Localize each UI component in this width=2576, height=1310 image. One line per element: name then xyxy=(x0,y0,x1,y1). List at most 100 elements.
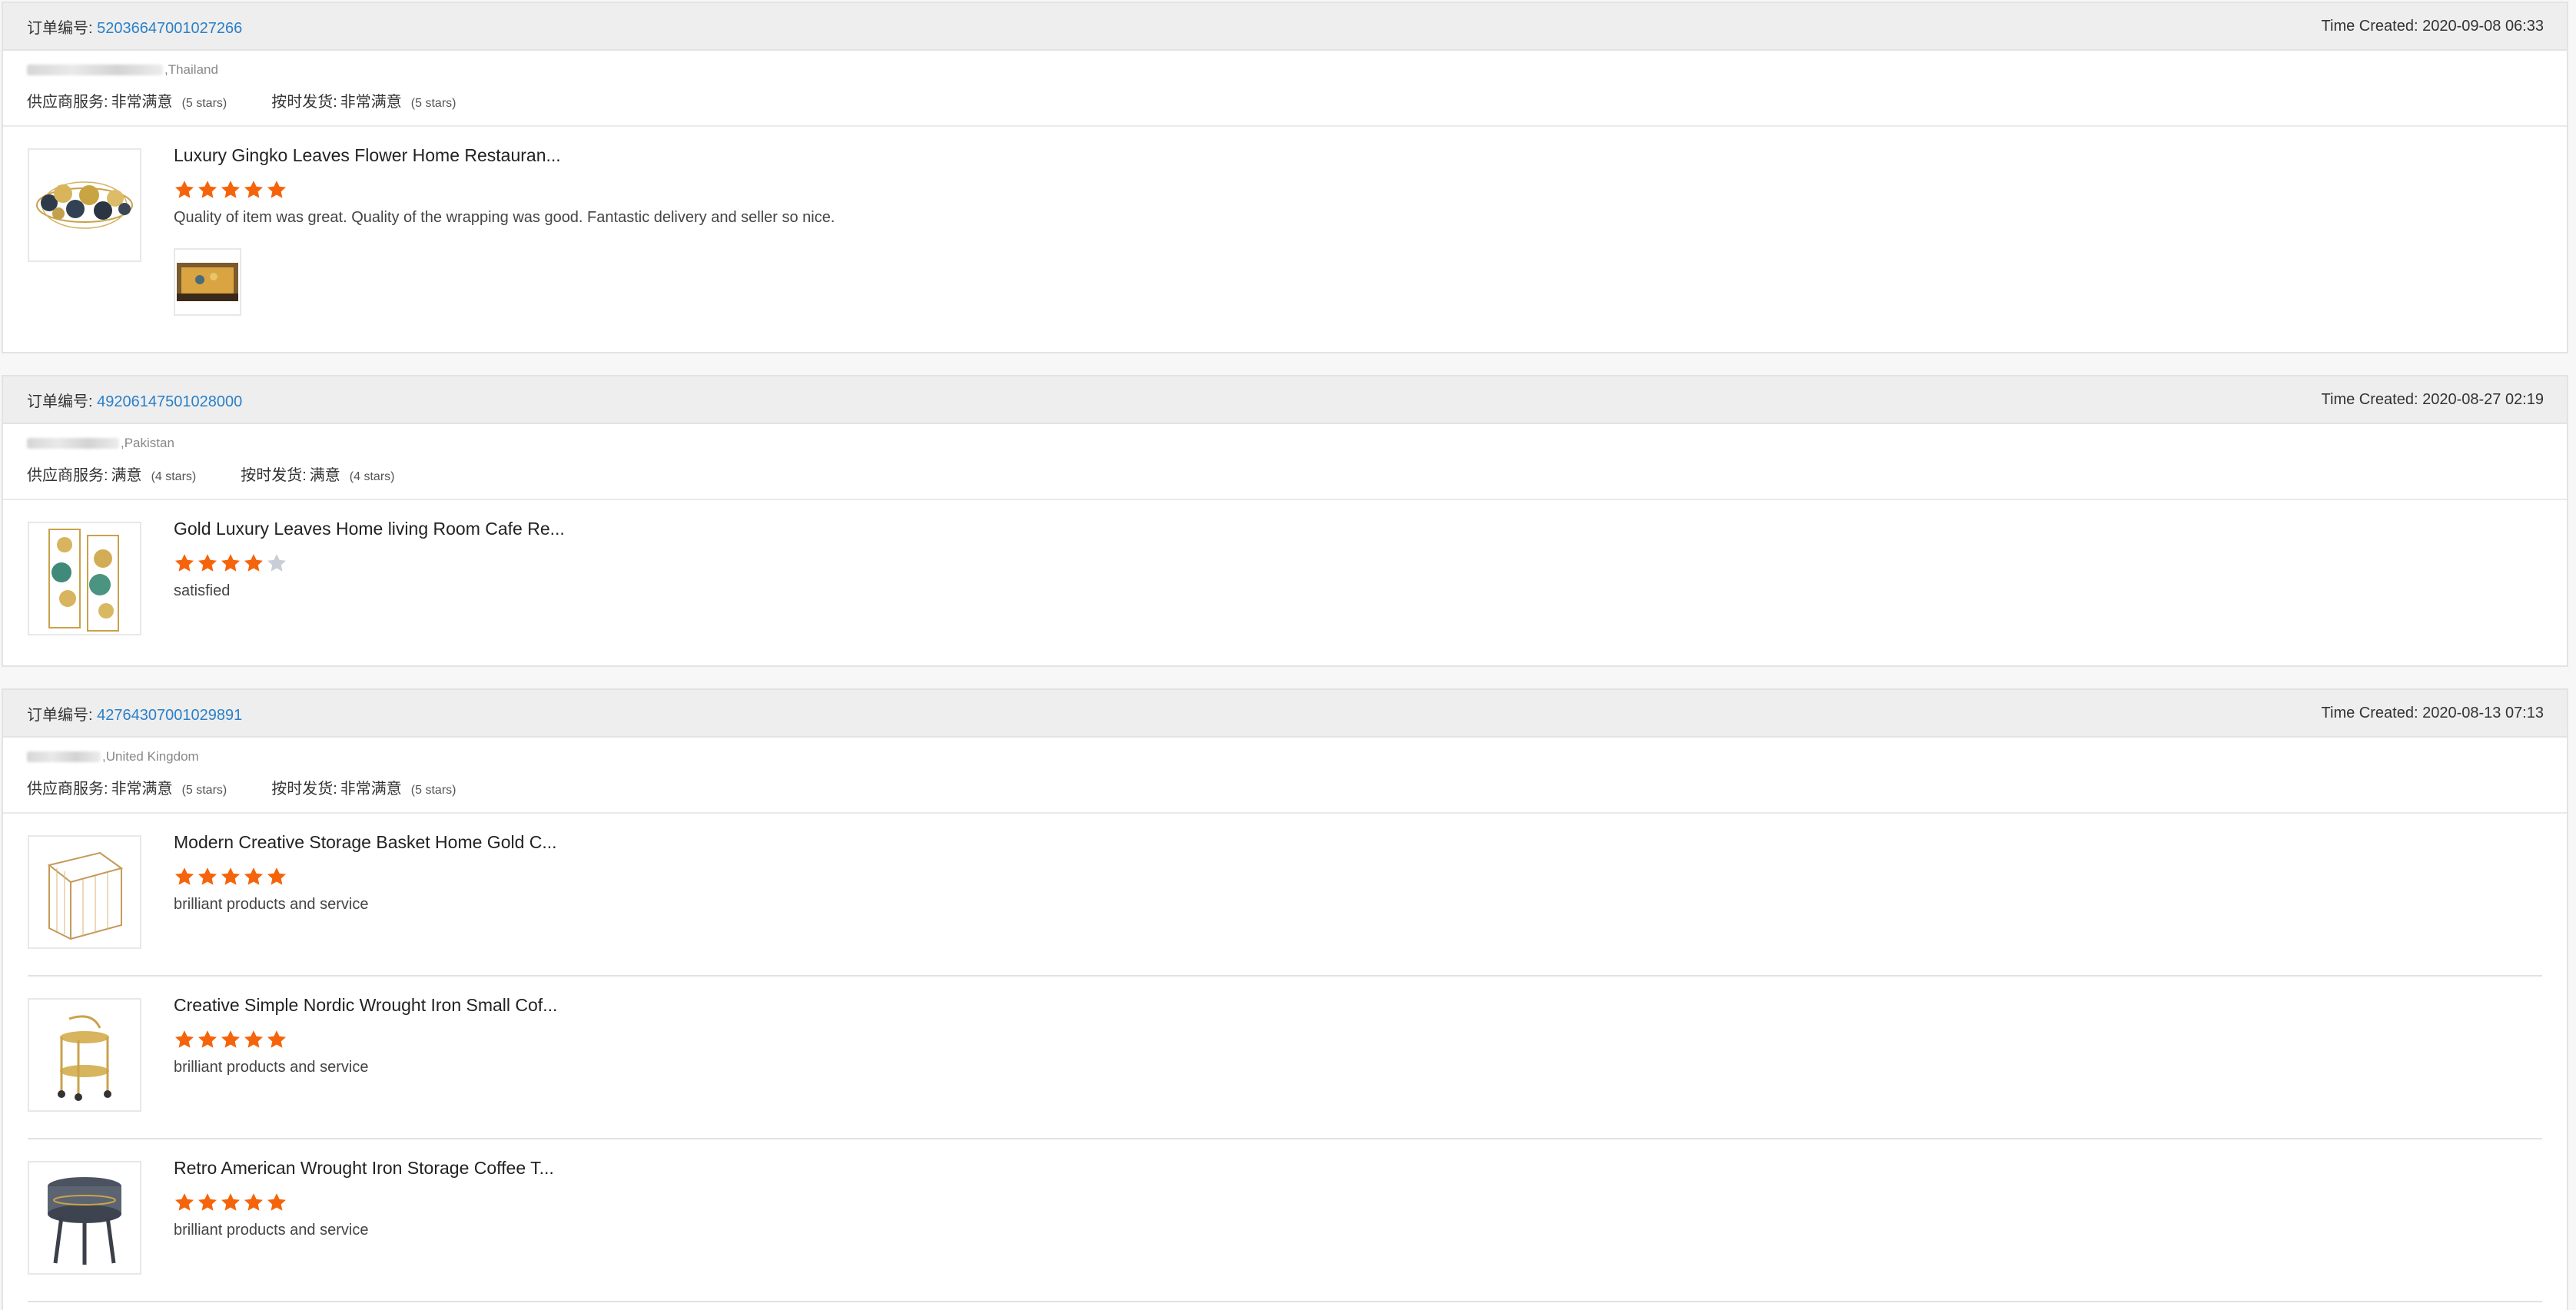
product-info: Retro American Wrought Iron Storage Coff… xyxy=(174,1158,554,1301)
supplier-service-label: 供应商服务: xyxy=(27,467,108,484)
on-time-shipping-stars: (4 stars) xyxy=(349,470,395,483)
buyer-name-redacted xyxy=(27,751,101,762)
star-filled-icon xyxy=(244,1030,264,1048)
order-meta: ,Pakistan 供应商服务: 满意 (4 stars) 按时发货: 满意 (… xyxy=(3,424,2567,500)
order-header: 订单编号: 49206147501028000 Time Created: 20… xyxy=(3,376,2567,424)
star-filled-icon xyxy=(198,1193,217,1211)
time-created-value: 2020-08-27 02:19 xyxy=(2422,390,2544,408)
order-number-link[interactable]: 42764307001029891 xyxy=(97,707,242,724)
serving-cart-icon xyxy=(58,1015,111,1101)
time-created: Time Created: 2020-09-08 06:33 xyxy=(2322,18,2544,35)
time-created: Time Created: 2020-08-13 07:13 xyxy=(2322,705,2544,722)
star-filled-icon xyxy=(267,867,287,885)
buyer-location: ,Thailand xyxy=(27,61,2543,78)
order-number-line: 订单编号: 52036647001027266 xyxy=(27,15,242,38)
buyer-country: ,United Kingdom xyxy=(102,749,199,764)
on-time-shipping-stars: (5 stars) xyxy=(410,97,456,110)
time-created-label: Time Created: xyxy=(2321,17,2423,35)
star-rating xyxy=(174,552,565,575)
buyer-location: ,United Kingdom xyxy=(27,748,2543,765)
order-number-line: 订单编号: 42764307001029891 xyxy=(27,702,242,725)
on-time-shipping-value: 非常满意 xyxy=(340,781,402,798)
on-time-shipping-rating: 按时发货: 非常满意 (5 stars) xyxy=(271,89,456,111)
supplier-service-stars: (5 stars) xyxy=(181,97,227,110)
supplier-service-rating: 供应商服务: 满意 (4 stars) xyxy=(27,463,196,485)
star-empty-icon xyxy=(267,554,287,572)
star-filled-icon xyxy=(198,554,217,572)
star-rating xyxy=(174,1191,554,1214)
on-time-shipping-rating: 按时发货: 非常满意 (5 stars) xyxy=(271,776,456,798)
product-title[interactable]: Creative Simple Nordic Wrought Iron Smal… xyxy=(174,995,557,1016)
review-text: satisfied xyxy=(174,582,231,599)
product-title[interactable]: Modern Creative Storage Basket Home Gold… xyxy=(174,832,557,853)
product-thumbnail[interactable] xyxy=(28,522,141,635)
gingko-wall-art-icon xyxy=(36,181,133,229)
coffee-table-icon xyxy=(48,1177,121,1265)
supplier-service-label: 供应商服务: xyxy=(27,94,108,111)
order-meta: ,United Kingdom 供应商服务: 非常满意 (5 stars) 按时… xyxy=(3,738,2567,814)
star-filled-icon xyxy=(221,867,241,885)
star-filled-icon xyxy=(267,181,287,198)
star-filled-icon xyxy=(174,554,194,572)
review-text: Quality of item was great. Quality of th… xyxy=(174,209,835,226)
time-created-value: 2020-09-08 06:33 xyxy=(2422,17,2544,35)
seller-ratings: 供应商服务: 非常满意 (5 stars) 按时发货: 非常满意 (5 star… xyxy=(27,776,2543,798)
supplier-service-rating: 供应商服务: 非常满意 (5 stars) xyxy=(27,89,227,111)
feedback-list: 订单编号: 52036647001027266 Time Created: 20… xyxy=(0,0,2576,1310)
product-info: Luxury Gingko Leaves Flower Home Restaur… xyxy=(174,145,835,316)
time-created: Time Created: 2020-08-27 02:19 xyxy=(2322,391,2544,409)
star-filled-icon xyxy=(174,181,194,198)
star-filled-icon xyxy=(221,1030,241,1048)
star-rating xyxy=(174,1028,557,1051)
star-filled-icon xyxy=(221,181,241,198)
star-filled-icon xyxy=(174,867,194,885)
on-time-shipping-label: 按时发货: xyxy=(271,781,337,798)
order-number-label: 订单编号: xyxy=(27,393,98,410)
product-thumbnail[interactable] xyxy=(28,835,141,949)
buyer-country: ,Pakistan xyxy=(121,436,174,450)
seller-ratings: 供应商服务: 满意 (4 stars) 按时发货: 满意 (4 stars) xyxy=(27,463,2543,485)
product-review: Creative Simple Nordic Wrought Iron Smal… xyxy=(28,977,2542,1139)
product-title[interactable]: Gold Luxury Leaves Home living Room Cafe… xyxy=(174,519,565,539)
product-thumbnail[interactable] xyxy=(28,998,141,1112)
review-photo[interactable] xyxy=(174,248,241,316)
star-rating xyxy=(174,865,557,888)
leaf-panel-art-icon xyxy=(48,529,119,632)
review-text: brilliant products and service xyxy=(174,1059,369,1076)
on-time-shipping-rating: 按时发货: 满意 (4 stars) xyxy=(241,463,394,485)
product-title[interactable]: Luxury Gingko Leaves Flower Home Restaur… xyxy=(174,145,835,166)
star-rating xyxy=(174,178,835,201)
time-created-label: Time Created: xyxy=(2321,390,2423,408)
on-time-shipping-stars: (5 stars) xyxy=(410,784,456,797)
on-time-shipping-value: 非常满意 xyxy=(340,94,402,111)
star-filled-icon xyxy=(244,181,264,198)
order-header: 订单编号: 52036647001027266 Time Created: 20… xyxy=(3,3,2567,51)
buyer-name-redacted xyxy=(27,438,119,449)
star-filled-icon xyxy=(221,1193,241,1211)
star-filled-icon xyxy=(244,554,264,572)
product-title[interactable]: Retro American Wrought Iron Storage Coff… xyxy=(174,1158,554,1179)
supplier-service-value: 非常满意 xyxy=(111,781,173,798)
product-review: Gold Luxury Leaves Home living Room Cafe… xyxy=(28,500,2542,635)
on-time-shipping-value: 满意 xyxy=(309,467,340,484)
product-thumbnail[interactable] xyxy=(28,1161,141,1275)
time-created-value: 2020-08-13 07:13 xyxy=(2422,704,2544,721)
order-header: 订单编号: 42764307001029891 Time Created: 20… xyxy=(3,690,2567,738)
buyer-country: ,Thailand xyxy=(164,62,218,77)
product-review: Retro American Wrought Iron Storage Coff… xyxy=(28,1139,2542,1302)
order-number-link[interactable]: 49206147501028000 xyxy=(97,393,242,410)
product-review: Luxury Gingko Leaves Flower Home Restaur… xyxy=(28,127,2542,316)
star-filled-icon xyxy=(174,1193,194,1211)
product-info: Modern Creative Storage Basket Home Gold… xyxy=(174,832,557,975)
star-filled-icon xyxy=(198,181,217,198)
product-thumbnail[interactable] xyxy=(28,148,141,262)
product-review: Modern Creative Storage Basket Home Gold… xyxy=(28,814,2542,977)
star-filled-icon xyxy=(267,1030,287,1048)
storage-basket-icon xyxy=(47,851,124,940)
star-filled-icon xyxy=(198,1030,217,1048)
supplier-service-label: 供应商服务: xyxy=(27,781,108,798)
order-number-link[interactable]: 52036647001027266 xyxy=(97,20,242,37)
product-info: Creative Simple Nordic Wrought Iron Smal… xyxy=(174,995,557,1138)
supplier-service-stars: (4 stars) xyxy=(151,470,197,483)
order-number-label: 订单编号: xyxy=(27,19,98,37)
